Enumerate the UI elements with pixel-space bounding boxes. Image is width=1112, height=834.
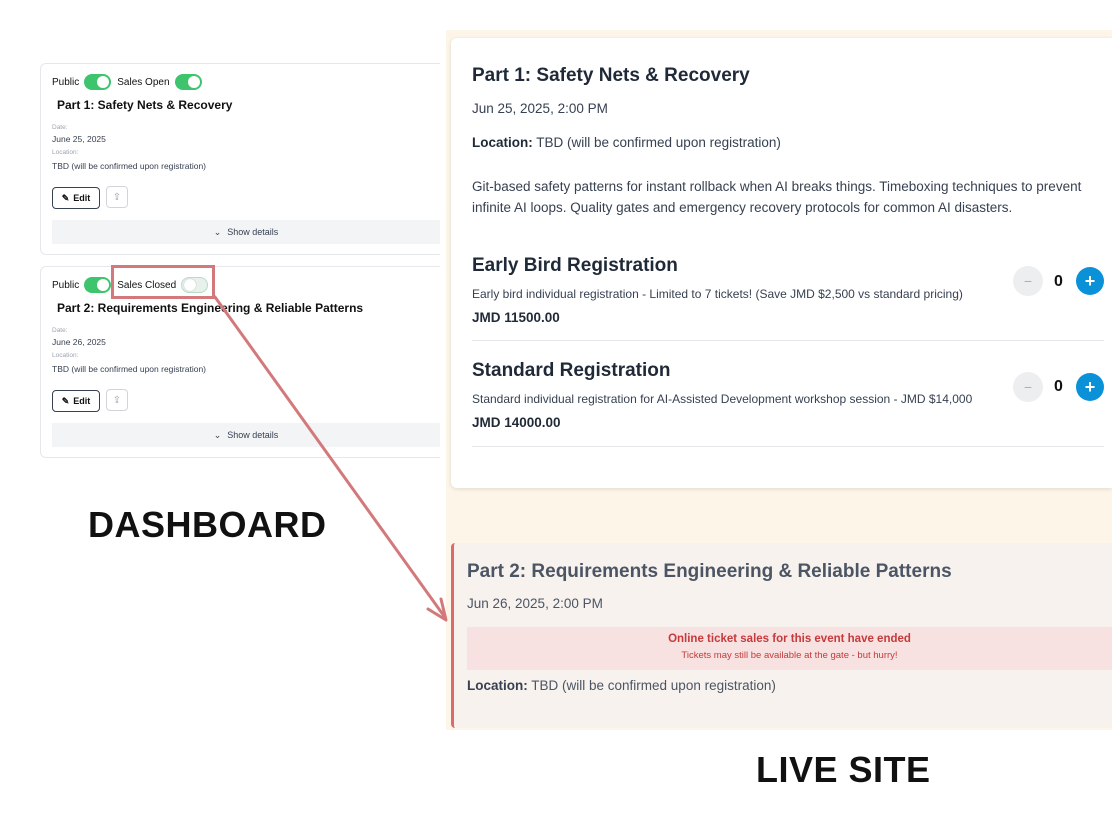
date-label: Date: — [52, 124, 68, 131]
show-details-label: Show details — [227, 227, 279, 237]
show-details-toggle[interactable]: ⌄ Show details — [52, 423, 440, 447]
event-location: Location: TBD (will be confirmed upon re… — [467, 678, 776, 693]
quantity-value: 0 — [1054, 378, 1063, 395]
location-value: TBD (will be confirmed upon registration… — [536, 135, 781, 150]
tier-description: Standard individual registration for AI-… — [472, 392, 973, 406]
dashboard-event-card-1: Public Sales Open Part 1: Safety Nets & … — [40, 63, 440, 255]
minus-icon: − — [1023, 273, 1033, 289]
live-site-caption: LIVE SITE — [756, 749, 931, 790]
sales-toggle-label: Sales Open — [117, 76, 170, 88]
chevron-down-icon: ⌄ — [213, 226, 222, 237]
event-date: Jun 25, 2025, 2:00 PM — [472, 101, 608, 116]
decrease-quantity-button[interactable]: − — [1013, 266, 1043, 296]
pencil-icon: ✎ — [61, 192, 70, 203]
tier-description: Early bird individual registration - Lim… — [472, 287, 963, 301]
sales-toggle[interactable] — [174, 74, 202, 90]
live-event-card-1: Part 1: Safety Nets & Recovery Jun 25, 2… — [451, 38, 1112, 488]
location-value: TBD (will be confirmed upon registration… — [52, 161, 207, 171]
pencil-icon: ✎ — [61, 395, 70, 406]
quantity-value: 0 — [1054, 273, 1063, 290]
share-button[interactable]: ⇪ — [106, 389, 128, 411]
decrease-quantity-button[interactable]: − — [1013, 372, 1043, 402]
sales-ended-banner: Online ticket sales for this event have … — [467, 627, 1112, 670]
event-date: Jun 26, 2025, 2:00 PM — [467, 596, 603, 611]
plus-icon: + — [1084, 376, 1096, 397]
date-label: Date: — [52, 327, 68, 334]
share-icon: ⇪ — [112, 191, 122, 203]
share-icon: ⇪ — [112, 394, 122, 406]
public-toggle[interactable] — [84, 74, 112, 90]
event-title: Part 1: Safety Nets & Recovery — [57, 98, 233, 112]
location-label: Location: — [467, 678, 528, 693]
increase-quantity-button[interactable]: + — [1076, 373, 1104, 401]
location-label: Location: — [472, 135, 533, 150]
tier-name: Early Bird Registration — [472, 255, 678, 276]
date-value: June 25, 2025 — [52, 134, 106, 144]
edit-button-label: Edit — [73, 396, 91, 406]
show-details-label: Show details — [227, 430, 279, 440]
tier-price: JMD 14000.00 — [472, 415, 561, 430]
dashboard-caption: DASHBOARD — [88, 504, 327, 545]
date-value: June 26, 2025 — [52, 337, 106, 347]
tier-divider — [472, 446, 1104, 447]
sales-ended-title: Online ticket sales for this event have … — [668, 633, 911, 645]
event-title: Part 2: Requirements Engineering & Relia… — [467, 561, 952, 582]
sales-ended-subtitle: Tickets may still be available at the ga… — [681, 650, 898, 661]
tier-price: JMD 11500.00 — [472, 310, 560, 325]
minus-icon: − — [1023, 379, 1033, 395]
edit-button-label: Edit — [73, 193, 91, 203]
sales-closed-highlight — [111, 265, 215, 299]
public-toggle-label: Public — [52, 76, 80, 88]
location-value: TBD (will be confirmed upon registration… — [52, 364, 207, 374]
plus-icon: + — [1084, 270, 1096, 291]
event-title: Part 2: Requirements Engineering & Relia… — [57, 301, 364, 315]
tier-divider — [472, 340, 1104, 341]
tier-name: Standard Registration — [472, 360, 671, 381]
live-event-card-2: Part 2: Requirements Engineering & Relia… — [451, 543, 1112, 728]
location-value: TBD (will be confirmed upon registration… — [531, 678, 776, 693]
increase-quantity-button[interactable]: + — [1076, 267, 1104, 295]
chevron-down-icon: ⌄ — [213, 429, 222, 440]
toggle-row: Public Sales Open — [52, 74, 208, 90]
share-button[interactable]: ⇪ — [106, 186, 128, 208]
location-label: Location: — [52, 352, 79, 359]
public-toggle-label: Public — [52, 279, 80, 291]
public-toggle[interactable] — [84, 277, 112, 293]
dashboard-event-card-2: Public Sales Closed Part 2: Requirements… — [40, 266, 440, 458]
event-description: Git-based safety patterns for instant ro… — [472, 179, 1082, 215]
edit-button[interactable]: ✎ Edit — [52, 187, 100, 209]
event-location: Location: TBD (will be confirmed upon re… — [472, 135, 781, 150]
show-details-toggle[interactable]: ⌄ Show details — [52, 220, 440, 244]
event-title: Part 1: Safety Nets & Recovery — [472, 65, 750, 86]
location-label: Location: — [52, 149, 79, 156]
edit-button[interactable]: ✎ Edit — [52, 390, 100, 412]
